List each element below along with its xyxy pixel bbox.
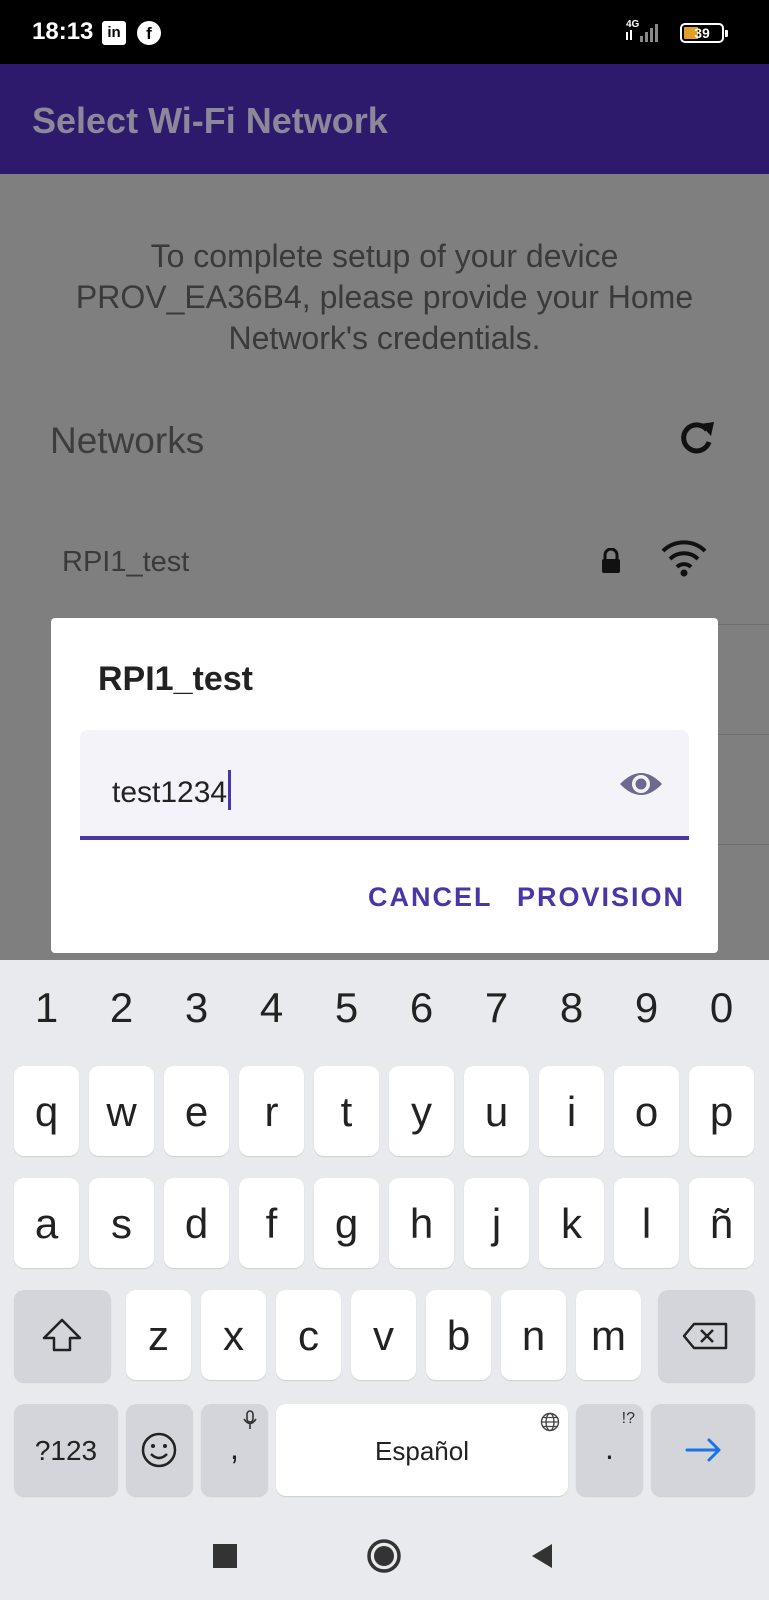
period-key[interactable]: !? . [576,1404,643,1496]
arrow-right-icon [685,1438,721,1462]
key-u[interactable]: u [464,1066,529,1156]
key-k[interactable]: k [539,1178,604,1268]
key-y[interactable]: y [389,1066,454,1156]
number-row: 1 2 3 4 5 6 7 8 9 0 [0,960,769,1044]
networks-heading: Networks [50,420,205,461]
key-9[interactable]: 9 [609,984,684,1032]
key-i[interactable]: i [539,1066,604,1156]
key-6[interactable]: 6 [384,984,459,1032]
provision-button[interactable]: PROVISION [517,882,685,913]
key-z[interactable]: z [126,1290,191,1380]
key-7[interactable]: 7 [459,984,534,1032]
text-caret [228,770,232,810]
key-q[interactable]: q [14,1066,79,1156]
space-label: Español [375,1436,469,1466]
cancel-button[interactable]: CANCEL [368,882,493,913]
comma-label: , [230,1430,239,1466]
battery-icon: 39 [680,23,728,43]
recents-icon[interactable] [213,1544,237,1568]
emoji-key[interactable] [126,1404,193,1496]
eye-icon[interactable] [618,766,664,802]
enter-key[interactable] [651,1404,755,1496]
key-4[interactable]: 4 [234,984,309,1032]
svg-text:4G: 4G [626,19,640,30]
key-n[interactable]: n [501,1290,566,1380]
key-w[interactable]: w [89,1066,154,1156]
key-x[interactable]: x [201,1290,266,1380]
symbols-key[interactable]: ?123 [14,1404,118,1496]
key-2[interactable]: 2 [84,984,159,1032]
key-n-tilde[interactable]: ñ [689,1178,754,1268]
microphone-icon [243,1410,257,1429]
key-t[interactable]: t [314,1066,379,1156]
facebook-icon: f [137,21,161,45]
linkedin-icon: in [102,21,126,45]
shift-key[interactable] [14,1290,111,1382]
key-e[interactable]: e [164,1066,229,1156]
home-icon[interactable] [366,1538,402,1574]
key-1[interactable]: 1 [9,984,84,1032]
space-key[interactable]: Español [276,1404,568,1496]
wifi-icon [661,540,707,577]
key-d[interactable]: d [164,1178,229,1268]
intro-text: To complete setup of your device PROV_EA… [75,238,694,356]
password-value[interactable]: test1234 [112,770,232,810]
key-8[interactable]: 8 [534,984,609,1032]
key-0[interactable]: 0 [684,984,759,1032]
key-l[interactable]: l [614,1178,679,1268]
lock-icon [602,548,620,573]
comma-key[interactable]: , [201,1404,268,1496]
backspace-key[interactable] [658,1290,755,1382]
key-h[interactable]: h [389,1178,454,1268]
key-g[interactable]: g [314,1178,379,1268]
period-label: . [605,1430,614,1466]
key-a[interactable]: a [14,1178,79,1268]
globe-icon [540,1412,560,1432]
dialog-title: RPI1_test [98,660,253,698]
key-5[interactable]: 5 [309,984,384,1032]
app-bar: Select Wi-Fi Network [0,64,769,174]
key-b[interactable]: b [426,1290,491,1380]
status-time: 18:13 [32,18,94,45]
back-icon[interactable] [530,1542,554,1570]
password-field[interactable]: test1234 [80,730,689,840]
key-3[interactable]: 3 [159,984,234,1032]
network-name: RPI1_test [62,546,190,578]
key-c[interactable]: c [276,1290,341,1380]
soft-keyboard: 1 2 3 4 5 6 7 8 9 0 q w e r t y u i o p … [0,960,769,1506]
key-s[interactable]: s [89,1178,154,1268]
backspace-icon [682,1322,728,1350]
page-title: Select Wi-Fi Network [32,100,388,141]
key-o[interactable]: o [614,1066,679,1156]
network-row-rpi1-test[interactable]: RPI1_test [0,514,769,624]
key-v[interactable]: v [351,1290,416,1380]
period-hint: !? [621,1410,635,1427]
key-r[interactable]: r [239,1066,304,1156]
battery-level: 39 [694,25,710,41]
status-bar: 18:13 in f 4G 39 [0,0,769,64]
key-m[interactable]: m [576,1290,641,1380]
navigation-bar [0,1506,769,1600]
signal-icon: 4G [626,19,658,42]
key-p[interactable]: p [689,1066,754,1156]
emoji-icon [141,1432,177,1468]
key-f[interactable]: f [239,1178,304,1268]
refresh-icon[interactable] [674,416,718,460]
key-j[interactable]: j [464,1178,529,1268]
shift-icon [42,1318,82,1352]
password-dialog: RPI1_test test1234 CANCEL PROVISION [51,618,718,953]
